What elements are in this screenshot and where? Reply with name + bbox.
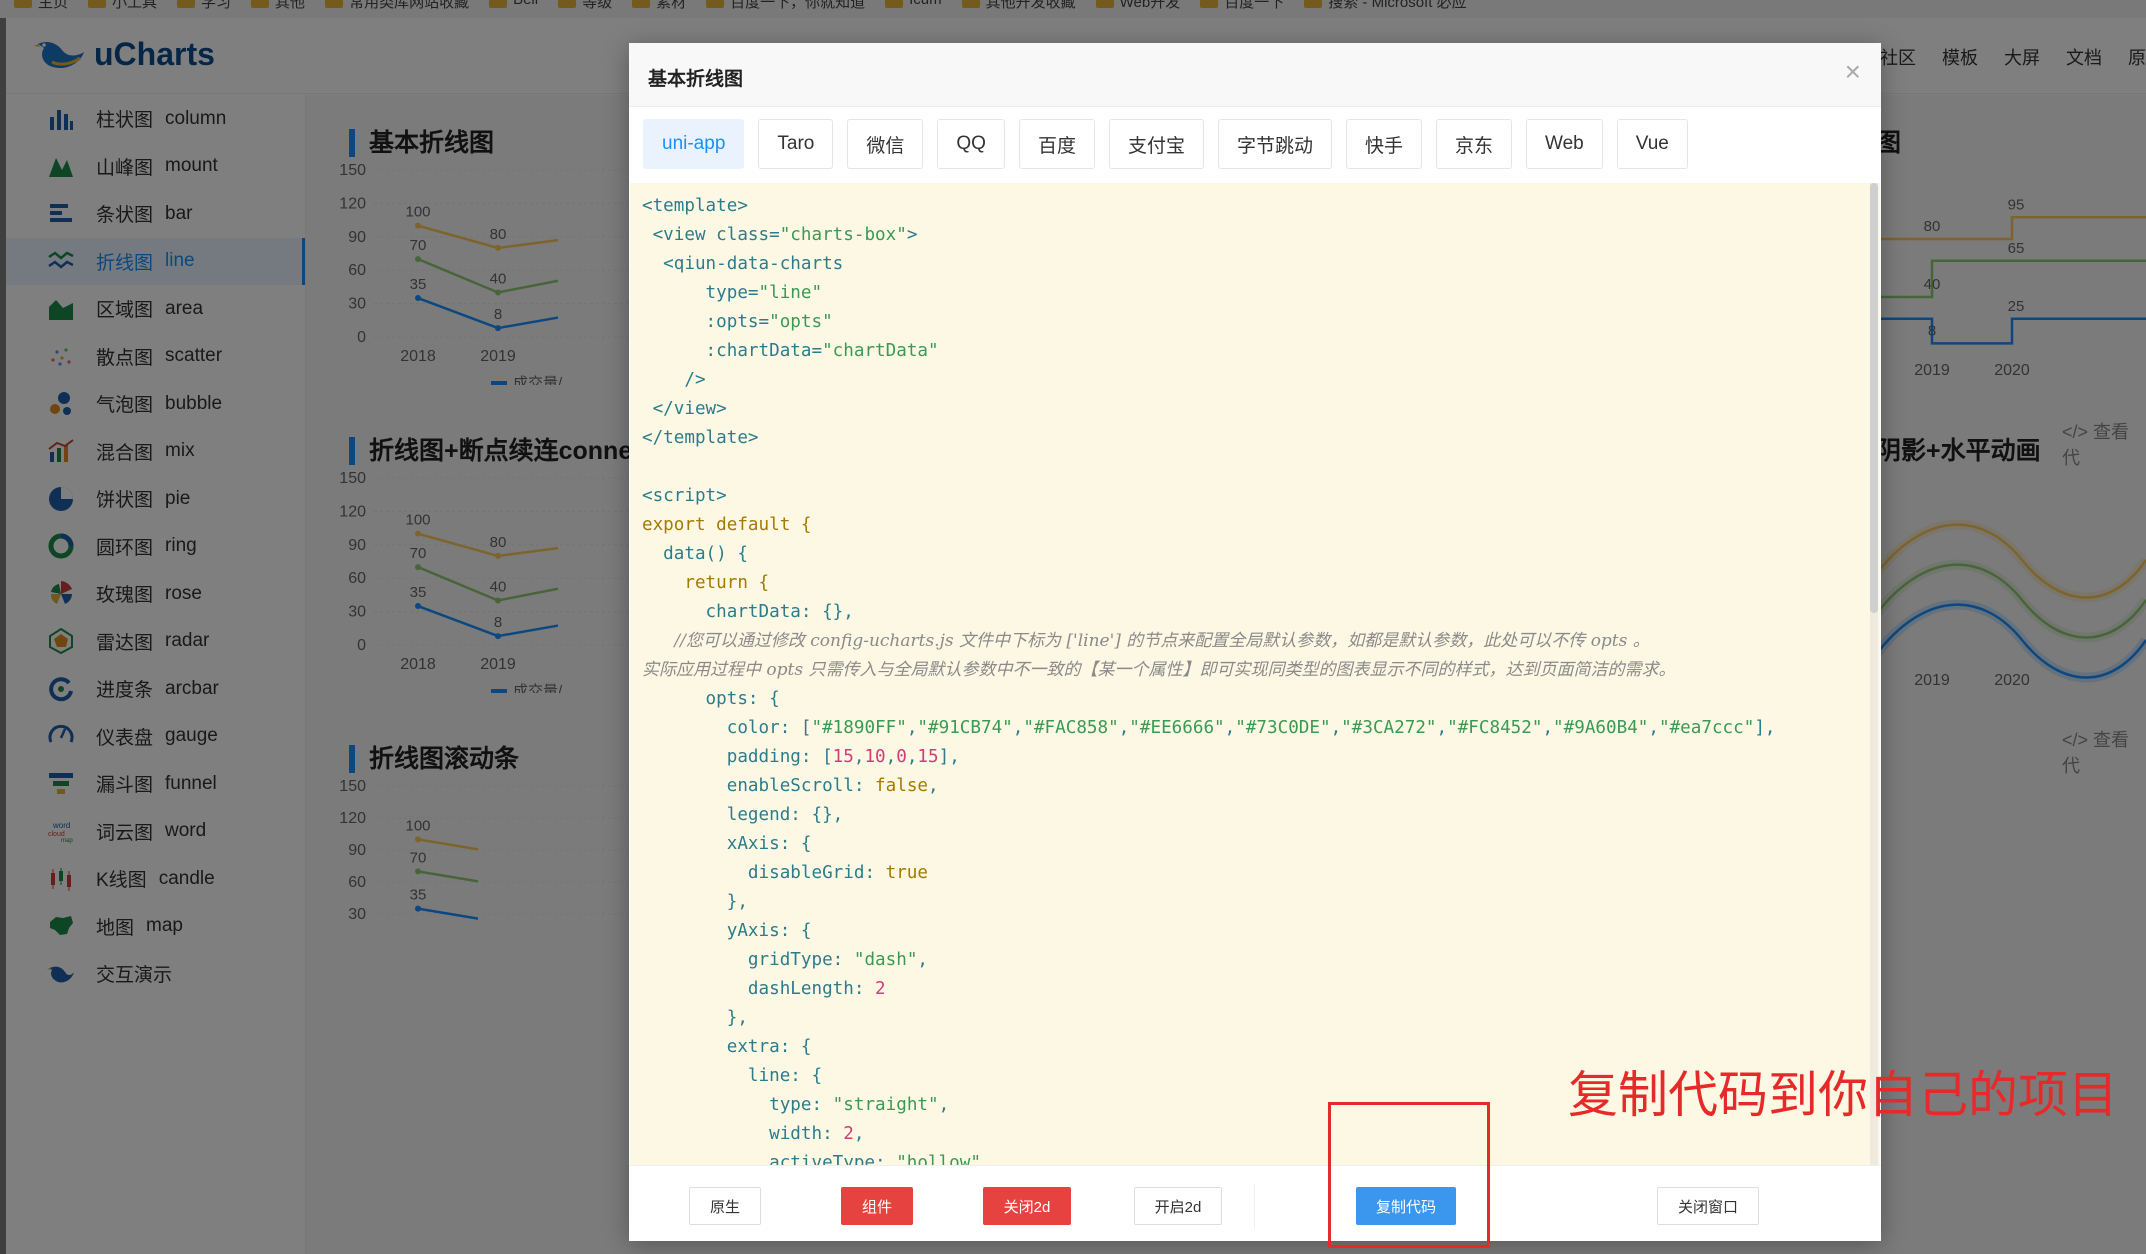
- code-line: gridType: "dash",: [642, 950, 929, 970]
- code-text: <template> <view class="charts-box"> <qi…: [642, 192, 1776, 1165]
- tab-0[interactable]: uni-app: [643, 119, 745, 169]
- tab-8[interactable]: 京东: [1436, 119, 1513, 169]
- code-line: enableScroll: false,: [642, 776, 939, 796]
- annotation-text: 复制代码到你自己的项目: [1568, 1066, 2118, 1124]
- code-line: export default {: [642, 515, 812, 535]
- code-line: chartData: {},: [642, 602, 854, 622]
- code-line: <view class="charts-box">: [642, 225, 918, 245]
- code-comment: //您可以通过修改 config-ucharts.js 文件中下标为 ['lin…: [642, 631, 1650, 651]
- open-2d-button[interactable]: 开启2d: [1134, 1187, 1222, 1225]
- code-line: disableGrid: true: [642, 863, 928, 883]
- code-line: activeType: "hollow": [642, 1153, 981, 1165]
- code-line: extra: {: [642, 1037, 812, 1057]
- code-line: :opts="opts": [642, 312, 833, 332]
- close-icon[interactable]: ×: [1845, 58, 1861, 86]
- code-line: opts: {: [642, 689, 780, 709]
- tab-6[interactable]: 字节跳动: [1217, 119, 1332, 169]
- code-block[interactable]: <template> <view class="charts-box"> <qi…: [630, 183, 1880, 1165]
- code-line: />: [642, 370, 706, 390]
- code-line: <qiun-data-charts: [642, 254, 844, 274]
- native-button[interactable]: 原生: [689, 1187, 761, 1225]
- modal-header: 基本折线图 ×: [629, 43, 1881, 107]
- tab-1[interactable]: Taro: [758, 119, 834, 169]
- tab-4[interactable]: 百度: [1018, 119, 1095, 169]
- code-line: type="line": [642, 283, 823, 303]
- tab-5[interactable]: 支付宝: [1108, 119, 1204, 169]
- modal-footer: 原生 组件 关闭2d 开启2d 复制代码 关闭窗口: [629, 1165, 1881, 1241]
- component-button[interactable]: 组件: [841, 1187, 913, 1225]
- tab-7[interactable]: 快手: [1345, 119, 1422, 169]
- code-line: width: 2,: [642, 1124, 865, 1144]
- modal-title: 基本折线图: [648, 69, 744, 90]
- code-line: </view>: [642, 399, 727, 419]
- code-line: },: [642, 1008, 748, 1028]
- code-line: dashLength: 2: [642, 979, 886, 999]
- code-line: line: {: [642, 1066, 823, 1086]
- code-line: yAxis: {: [642, 921, 812, 941]
- tab-3[interactable]: QQ: [937, 119, 1005, 169]
- code-comment: 实际应用过程中 opts 只需传入与全局默认参数中不一致的【某一个属性】即可实现…: [642, 660, 1676, 680]
- code-line: <script>: [642, 486, 727, 506]
- code-line: type: "straight",: [642, 1095, 950, 1115]
- annotation-highlight-box: [1328, 1102, 1490, 1248]
- code-line: padding: [15,10,0,15],: [642, 747, 960, 767]
- close-window-button[interactable]: 关闭窗口: [1657, 1187, 1759, 1225]
- code-line: <template>: [642, 196, 748, 216]
- code-line: },: [642, 892, 748, 912]
- code-line: xAxis: {: [642, 834, 812, 854]
- tab-10[interactable]: Vue: [1616, 119, 1688, 169]
- code-line: color: ["#1890FF","#91CB74","#FAC858","#…: [642, 718, 1776, 738]
- tab-2[interactable]: 微信: [847, 119, 924, 169]
- platform-tabs: uni-app Taro 微信 QQ 百度 支付宝 字节跳动 快手 京东 Web Vue: [643, 119, 1688, 169]
- code-line: legend: {},: [642, 805, 844, 825]
- code-scrollbar-thumb[interactable]: [1870, 183, 1878, 613]
- code-line: </template>: [642, 428, 759, 448]
- code-line: data() {: [642, 544, 748, 564]
- code-line: return {: [642, 573, 770, 593]
- close-2d-button[interactable]: 关闭2d: [983, 1187, 1071, 1225]
- footer-divider: [1254, 1184, 1255, 1228]
- tab-9[interactable]: Web: [1526, 119, 1603, 169]
- code-line: :chartData="chartData": [642, 341, 939, 361]
